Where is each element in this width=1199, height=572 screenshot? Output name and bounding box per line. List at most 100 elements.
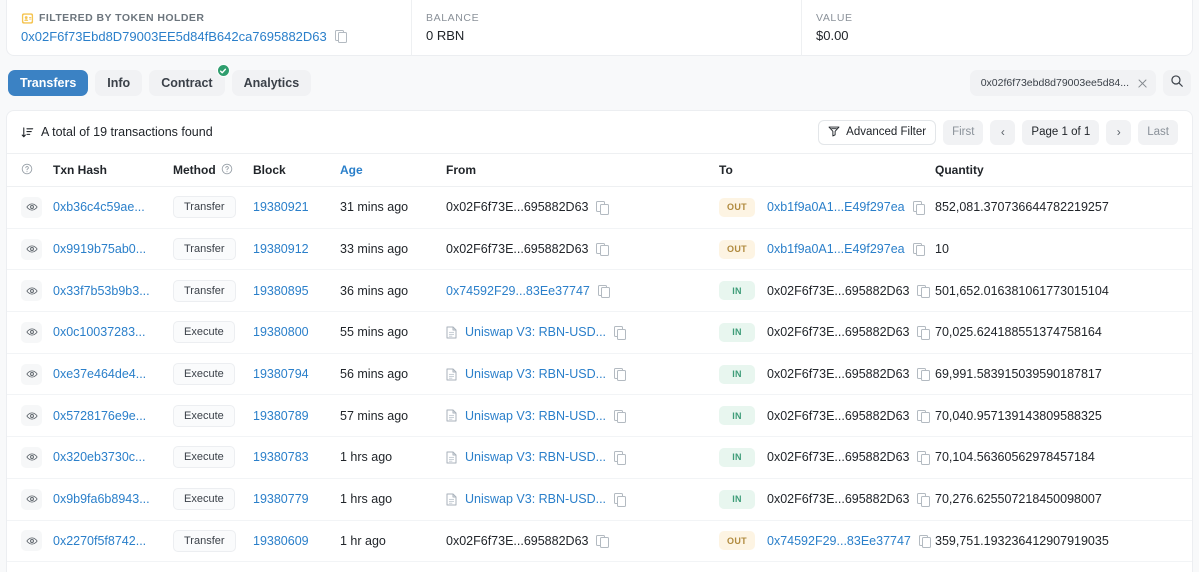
panel-toolbar: A total of 19 transactions found Advance… xyxy=(7,111,1192,153)
copy-icon[interactable] xyxy=(917,284,930,299)
info-circle-icon[interactable] xyxy=(21,163,33,178)
from-address[interactable]: Uniswap V3: RBN-USD... xyxy=(465,492,606,506)
to-address[interactable]: 0xb1f9a0A1...E49f297ea xyxy=(767,242,905,256)
tab-analytics[interactable]: Analytics xyxy=(231,70,312,96)
copy-icon[interactable] xyxy=(912,243,925,257)
txn-hash-link[interactable]: 0x9b9fa6b8943... xyxy=(53,492,150,506)
row-to-cell: IN 0x02F6f73E...695882D63 xyxy=(719,394,935,438)
column-header-age[interactable]: Age xyxy=(340,153,446,187)
block-link[interactable]: 19380912 xyxy=(253,242,309,256)
from-address[interactable]: Uniswap V3: RBN-USD... xyxy=(465,325,606,339)
to-address[interactable]: 0x74592F29...83Ee37747 xyxy=(767,534,911,548)
block-link[interactable]: 19380794 xyxy=(253,367,309,381)
copy-icon[interactable] xyxy=(917,409,930,424)
txn-hash-link[interactable]: 0x0c10037283... xyxy=(53,325,145,339)
eye-icon[interactable] xyxy=(21,238,42,260)
txn-hash-link[interactable]: 0x320eb3730c... xyxy=(53,450,145,464)
copy-icon[interactable] xyxy=(597,284,611,299)
copy-icon[interactable] xyxy=(614,368,627,382)
column-header-method-label: Method xyxy=(173,163,216,177)
txn-hash-link[interactable]: 0x2270f5f8742... xyxy=(53,534,146,548)
txn-hash-link[interactable]: 0xb36c4c59ae... xyxy=(53,200,145,214)
column-header-block-label: Block xyxy=(253,163,286,177)
filtered-address-link[interactable]: 0x02F6f73Ebd8D79003EE5d84fB642ca7695882D… xyxy=(21,29,327,44)
copy-icon[interactable] xyxy=(596,201,609,215)
block-link[interactable]: 19380895 xyxy=(253,284,309,298)
tab-contract[interactable]: Contract xyxy=(149,64,230,96)
copy-icon[interactable] xyxy=(596,534,609,549)
eye-icon[interactable] xyxy=(21,530,42,552)
table-row: 0x9919b75ab0... Transfer 19380912 33 mins a… xyxy=(7,228,1192,271)
eye-icon[interactable] xyxy=(21,280,42,302)
first-page-button[interactable]: First xyxy=(943,119,984,145)
search-button[interactable] xyxy=(1163,70,1191,96)
block-link[interactable]: 19380609 xyxy=(253,534,309,548)
last-page-button[interactable]: Last xyxy=(1138,119,1178,145)
from-address: 0x02F6f73E...695882D63 xyxy=(446,533,589,548)
funnel-icon xyxy=(828,125,840,140)
copy-icon[interactable] xyxy=(918,534,932,549)
row-preview-cell xyxy=(7,269,53,313)
info-circle-icon[interactable] xyxy=(221,163,233,178)
row-method-cell: Execute xyxy=(173,436,253,479)
block-link[interactable]: 19380789 xyxy=(253,409,309,423)
row-method-cell: Execute xyxy=(173,478,253,521)
copy-icon[interactable] xyxy=(614,326,627,340)
tab-info[interactable]: Info xyxy=(95,70,143,96)
prev-page-button[interactable]: ‹ xyxy=(990,119,1016,145)
txn-hash-link[interactable]: 0x9919b75ab0... xyxy=(53,242,146,256)
from-address[interactable]: Uniswap V3: RBN-USD... xyxy=(465,367,606,381)
row-method-cell: Transfer xyxy=(173,520,253,563)
block-link[interactable]: 19380779 xyxy=(253,492,309,506)
block-link[interactable]: 19380800 xyxy=(253,325,309,339)
from-address: 0x02F6f73E...695882D63 xyxy=(446,200,589,215)
copy-icon[interactable] xyxy=(917,451,930,465)
column-header-txn-hash-label: Txn Hash xyxy=(53,163,108,177)
quantity-text: 69,991.583915039590187817 xyxy=(935,367,1102,382)
from-address[interactable]: 0x74592F29...83Ee37747 xyxy=(446,284,590,298)
txn-hash-link[interactable]: 0xe37e464de4... xyxy=(53,367,146,381)
eye-icon[interactable] xyxy=(21,405,42,427)
column-header-preview xyxy=(7,153,53,187)
row-block-cell: 19380921 xyxy=(253,186,340,229)
copy-icon[interactable] xyxy=(614,409,627,424)
eye-icon[interactable] xyxy=(21,321,42,343)
direction-badge: IN xyxy=(719,406,755,426)
block-link[interactable]: 19380783 xyxy=(253,450,309,464)
copy-icon[interactable] xyxy=(334,30,347,44)
txn-hash-link[interactable]: 0x5728176e9e... xyxy=(53,409,146,423)
copy-icon[interactable] xyxy=(614,493,627,507)
txn-hash-link[interactable]: 0x33f7b53b9b3... xyxy=(53,284,150,298)
to-address[interactable]: 0xb1f9a0A1...E49f297ea xyxy=(767,200,905,214)
method-badge: Execute xyxy=(173,363,235,386)
table-row: 0x2270f5f8742... Transfer 19380609 1 hr ago… xyxy=(7,520,1192,563)
tab-transfers[interactable]: Transfers xyxy=(8,70,89,96)
copy-icon[interactable] xyxy=(614,451,627,465)
search-input[interactable]: 0x02f6f73ebd8d79003ee5d84... xyxy=(969,70,1156,96)
row-txn-hash-cell: 0xb36c4c59ae... xyxy=(53,186,173,229)
row-from-cell: Uniswap V3: RBN-USD... xyxy=(446,436,719,479)
copy-icon[interactable] xyxy=(596,243,609,257)
eye-icon[interactable] xyxy=(21,196,42,218)
row-preview-cell xyxy=(7,478,53,521)
row-method-cell: Transfer xyxy=(173,186,253,229)
copy-icon[interactable] xyxy=(912,201,925,215)
eye-icon[interactable] xyxy=(21,446,42,468)
eye-icon[interactable] xyxy=(21,363,42,385)
from-address[interactable]: Uniswap V3: RBN-USD... xyxy=(465,409,606,423)
next-page-button[interactable]: › xyxy=(1106,119,1132,145)
block-link[interactable]: 19380921 xyxy=(253,200,309,214)
copy-icon[interactable] xyxy=(917,326,930,340)
advanced-filter-button[interactable]: Advanced Filter xyxy=(818,119,937,145)
copy-icon[interactable] xyxy=(917,493,930,507)
search-icon xyxy=(1170,74,1184,93)
close-icon[interactable] xyxy=(1136,77,1149,90)
sort-descending-icon xyxy=(21,126,34,139)
age-text: 57 mins ago xyxy=(340,408,409,423)
from-address[interactable]: Uniswap V3: RBN-USD... xyxy=(465,450,606,464)
eye-icon[interactable] xyxy=(21,488,42,510)
tab-list: Transfers Info Contract Analytics xyxy=(8,64,312,96)
copy-icon[interactable] xyxy=(917,368,930,382)
filtered-by-label-row: FILTERED BY TOKEN HOLDER xyxy=(21,12,397,25)
row-quantity-cell: 70,276.625507218450098007 xyxy=(935,478,1192,521)
